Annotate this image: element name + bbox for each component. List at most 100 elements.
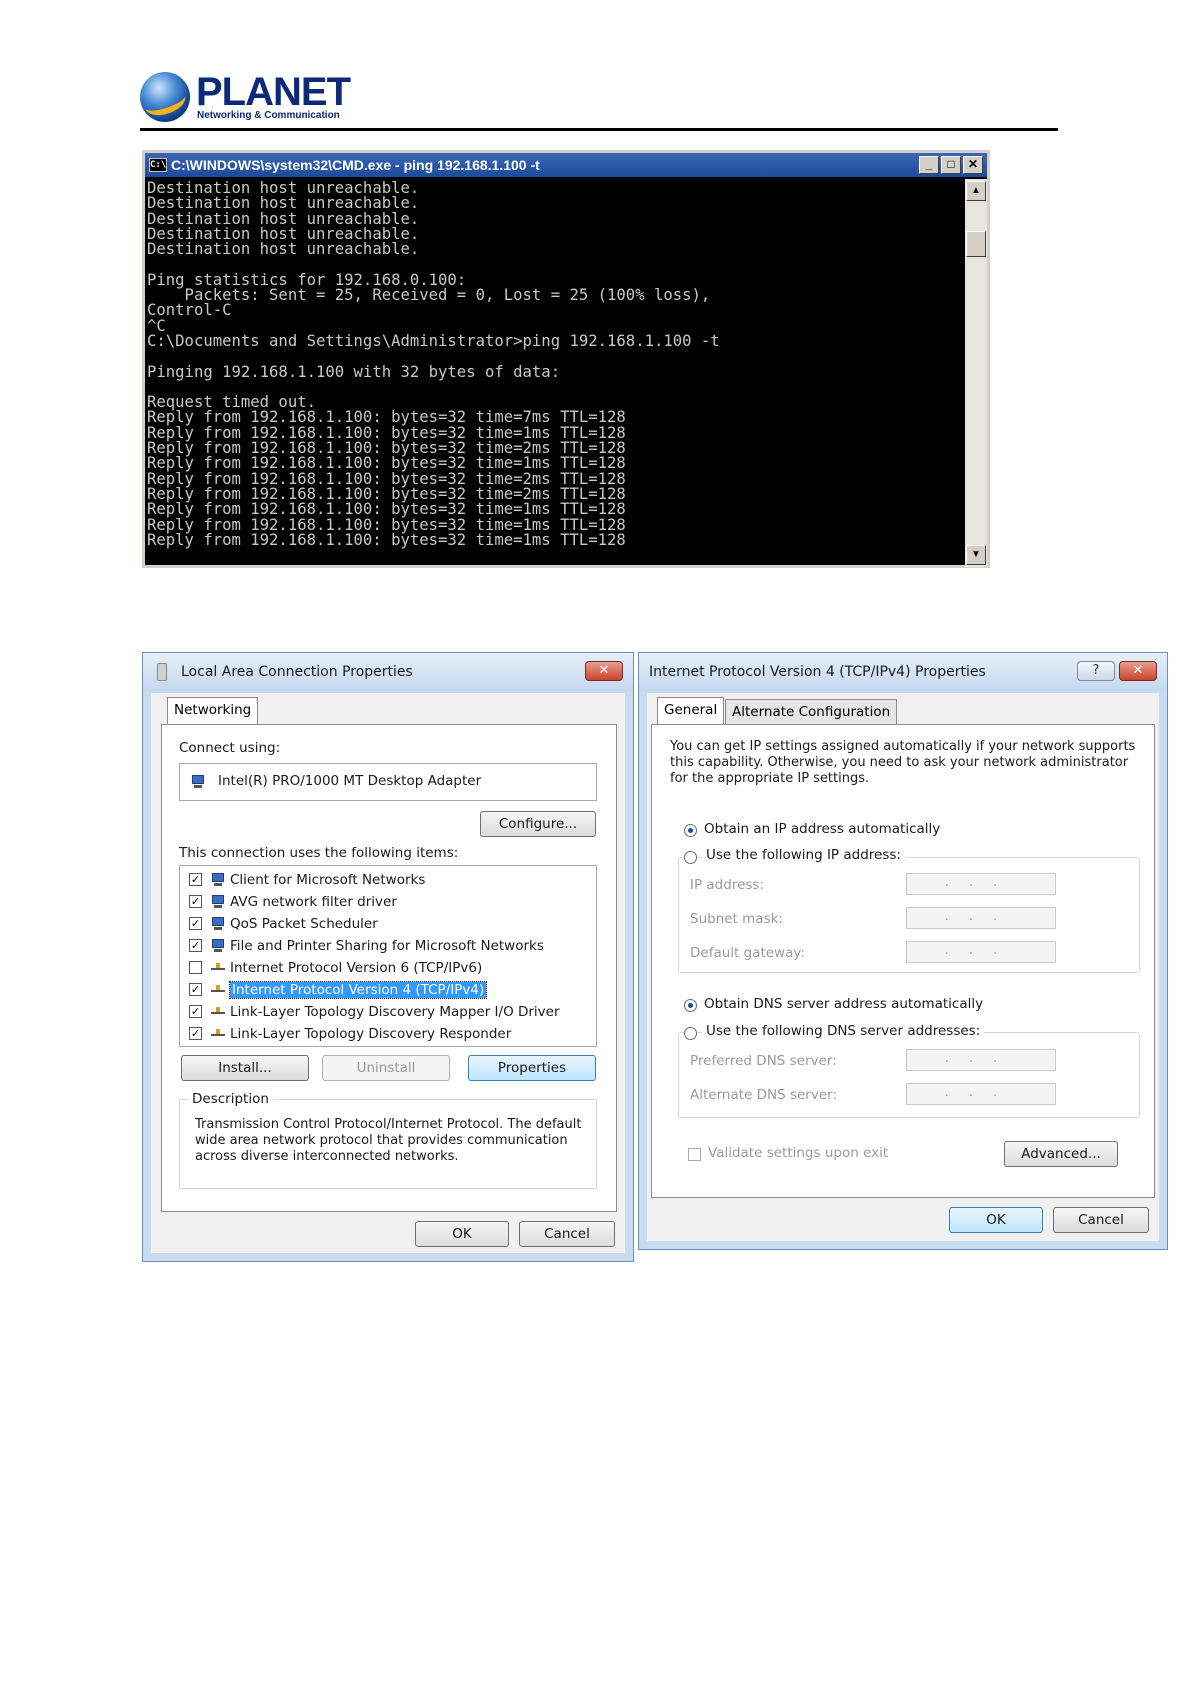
items-list[interactable]: ✓ Client for Microsoft Networks ✓ AVG netwo… (179, 865, 597, 1047)
lan-dialog-titlebar[interactable]: Local Area Connection Properties (143, 653, 633, 691)
item-checkbox[interactable]: ✓ (189, 983, 202, 996)
help-button[interactable]: ? (1077, 661, 1115, 681)
ipv4-ok-button[interactable]: OK (949, 1207, 1043, 1233)
console-line: Reply from 192.168.1.100: bytes=32 time=… (147, 530, 626, 549)
description-text: Transmission Control Protocol/Internet P… (195, 1117, 582, 1164)
item-label: Client for Microsoft Networks (230, 872, 426, 888)
brand-tagline: Networking & Communication (197, 110, 340, 121)
item-checkbox[interactable]: ✓ (189, 895, 202, 908)
preferred-dns-field[interactable]: ... (906, 1049, 1056, 1071)
protocol-icon (210, 1004, 226, 1020)
ipv4-close-button[interactable]: ✕ (1119, 661, 1157, 681)
cmd-titlebar[interactable]: C:\ C:\WINDOWS\system32\CMD.exe - ping 1… (145, 153, 987, 177)
subnet-mask-label: Subnet mask: (690, 911, 783, 927)
item-label: AVG network filter driver (230, 894, 397, 910)
ipv4-dialog-body: General Alternate Configuration You can … (647, 693, 1159, 1241)
ip-address-field[interactable]: ... (906, 873, 1056, 895)
properties-button[interactable]: Properties (468, 1055, 596, 1081)
list-item[interactable]: ✓ File and Printer Sharing for Microsoft … (180, 936, 594, 958)
adapter-name: Intel(R) PRO/1000 MT Desktop Adapter (218, 773, 482, 789)
configure-button[interactable]: Configure... (480, 811, 596, 837)
item-checkbox[interactable]: ✓ (189, 939, 202, 952)
lan-properties-dialog: Local Area Connection Properties ✕ Netwo… (142, 652, 634, 1262)
maximize-button[interactable]: □ (941, 156, 961, 174)
item-label: QoS Packet Scheduler (230, 916, 378, 932)
general-panel: You can get IP settings assigned automat… (651, 724, 1155, 1198)
alternate-dns-field[interactable]: ... (906, 1083, 1056, 1105)
lan-cancel-button[interactable]: Cancel (519, 1221, 615, 1247)
ipv4-properties-dialog: Internet Protocol Version 4 (TCP/IPv4) P… (638, 652, 1168, 1250)
network-adapter-icon (190, 774, 206, 790)
list-item[interactable]: Internet Protocol Version 6 (TCP/IPv6) (180, 958, 594, 980)
close-button[interactable]: ✕ (963, 156, 983, 174)
use-dns-label: Use the following DNS server addresses: (702, 1023, 985, 1039)
item-label: Internet Protocol Version 6 (TCP/IPv6) (230, 960, 483, 976)
description-label: Description (188, 1091, 273, 1107)
validate-label: Validate settings upon exit (708, 1145, 889, 1161)
uninstall-button[interactable]: Uninstall (322, 1055, 450, 1081)
tab-networking[interactable]: Networking (167, 697, 259, 725)
default-gateway-field[interactable]: ... (906, 941, 1056, 963)
use-ip-label: Use the following IP address: (702, 847, 905, 863)
preferred-dns-label: Preferred DNS server: (690, 1053, 837, 1069)
console-line: Control-C (147, 301, 232, 320)
protocol-icon (210, 982, 226, 998)
item-checkbox[interactable] (189, 961, 202, 974)
items-label: This connection uses the following items… (179, 845, 459, 861)
item-label: Link-Layer Topology Discovery Responder (230, 1026, 512, 1042)
alternate-dns-label: Alternate DNS server: (690, 1087, 838, 1103)
item-checkbox[interactable]: ✓ (189, 873, 202, 886)
network-service-icon (210, 916, 226, 932)
item-label: Link-Layer Topology Discovery Mapper I/O… (230, 1004, 560, 1020)
obtain-dns-radio[interactable] (684, 999, 697, 1012)
console-scrollbar[interactable]: ▲ ▼ (965, 179, 987, 567)
lan-ok-button[interactable]: OK (415, 1221, 509, 1247)
list-item[interactable]: ✓ AVG network filter driver (180, 892, 594, 914)
scroll-up-arrow-icon[interactable]: ▲ (966, 181, 986, 201)
intro-text: You can get IP settings assigned automat… (670, 739, 1136, 786)
obtain-ip-label: Obtain an IP address automatically (704, 821, 941, 837)
item-checkbox[interactable]: ✓ (189, 1027, 202, 1040)
list-item[interactable]: ✓ Link-Layer Topology Discovery Responder (180, 1024, 594, 1046)
globe-icon (140, 72, 190, 122)
tab-alternate-configuration[interactable]: Alternate Configuration (725, 699, 898, 725)
console-line: Packets: Sent = 25, Received = 0, Lost =… (147, 286, 711, 305)
install-button[interactable]: Install... (181, 1055, 309, 1081)
tab-general[interactable]: General (657, 697, 725, 725)
subnet-mask-field[interactable]: ... (906, 907, 1056, 929)
console-line: Destination host unreachable. (147, 240, 420, 259)
list-item[interactable]: ✓ Link-Layer Topology Discovery Mapper I/… (180, 1002, 594, 1024)
list-item[interactable]: ✓ QoS Packet Scheduler (180, 914, 594, 936)
advanced-button[interactable]: Advanced... (1004, 1141, 1118, 1167)
ip-address-label: IP address: (690, 877, 764, 893)
planet-logo: PLANET Networking & Communication (140, 70, 351, 124)
network-service-icon (210, 938, 226, 954)
ipv4-cancel-button[interactable]: Cancel (1053, 1207, 1149, 1233)
scroll-down-arrow-icon[interactable]: ▼ (966, 545, 986, 565)
connect-using-label: Connect using: (179, 740, 281, 756)
item-label: Internet Protocol Version 4 (TCP/IPv4) (228, 981, 488, 999)
networking-panel: Connect using: Intel(R) PRO/1000 MT Desk… (161, 724, 617, 1212)
list-item[interactable]: ✓ Client for Microsoft Networks (180, 870, 594, 892)
lan-dialog-title: Local Area Connection Properties (181, 664, 413, 680)
obtain-ip-radio[interactable] (684, 824, 697, 837)
console-line: Pinging 192.168.1.100 with 32 bytes of d… (147, 362, 561, 381)
item-checkbox[interactable]: ✓ (189, 1005, 202, 1018)
protocol-icon (210, 960, 226, 976)
cmd-icon: C:\ (149, 158, 167, 172)
minimize-button[interactable]: _ (919, 156, 939, 174)
cmd-window: C:\ C:\WINDOWS\system32\CMD.exe - ping 1… (142, 150, 990, 568)
use-ip-radio[interactable] (684, 851, 697, 864)
validate-checkbox[interactable] (688, 1148, 701, 1161)
lan-close-button[interactable]: ✕ (585, 661, 623, 681)
scroll-thumb[interactable] (966, 231, 986, 257)
use-dns-radio[interactable] (684, 1027, 697, 1040)
ipv4-dialog-title: Internet Protocol Version 4 (TCP/IPv4) P… (649, 664, 986, 680)
default-gateway-label: Default gateway: (690, 945, 805, 961)
item-checkbox[interactable]: ✓ (189, 917, 202, 930)
adapter-field: Intel(R) PRO/1000 MT Desktop Adapter (179, 763, 597, 801)
list-item[interactable]: ✓ Internet Protocol Version 4 (TCP/IPv4) (180, 980, 594, 1002)
network-connection-icon (157, 663, 167, 681)
item-label: File and Printer Sharing for Microsoft N… (230, 938, 544, 954)
header-rule (140, 128, 1058, 131)
